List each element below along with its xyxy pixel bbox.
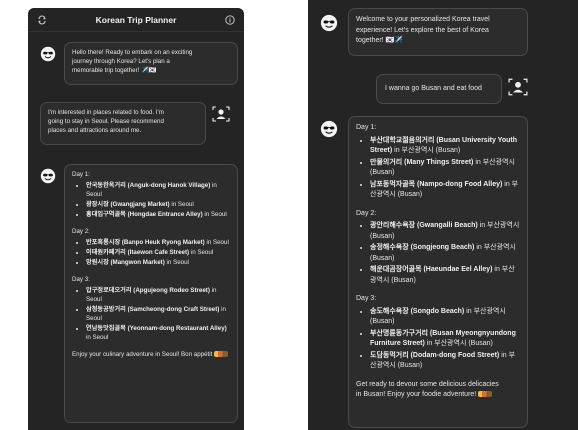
place-name: 만물의거리 (Many Things Street)	[370, 158, 474, 166]
list-item: 남포동먹자골목 (Nampo-dong Food Alley) in 부산광역시…	[370, 180, 520, 201]
refresh-icon[interactable]	[36, 14, 48, 26]
user-avatar-icon	[212, 106, 230, 122]
place-location: in Seoul	[202, 211, 227, 218]
bot-avatar-icon	[320, 120, 338, 138]
place-location: in Seoul	[164, 259, 189, 266]
place-list: 송도해수욕장 (Songdo Beach) in 부산광역시 (Busan) 부…	[370, 307, 520, 372]
list-item: 연남동맛집골목 (Yeonnam-dong Restaurant Alley) …	[86, 324, 230, 342]
place-location: in 부산광역시 (Busan)	[392, 147, 461, 154]
list-item: 도담동먹거리 (Dodam-dong Food Street) in 부산광역시…	[370, 351, 520, 372]
place-name: 송정해수욕장 (Songjeong Beach)	[370, 244, 475, 251]
food-emoji-icon	[478, 391, 493, 398]
place-list: 부산대학교젊음의거리 (Busan University Youth Stree…	[370, 136, 520, 201]
bot-avatar-icon	[320, 14, 338, 32]
day-label: Day 1:	[72, 171, 90, 178]
closing-text: Get ready to devour some delicious delic…	[356, 380, 520, 401]
place-name: 해운대곰장어골목 (Haeundae Eel Alley)	[370, 266, 493, 273]
place-name: 홍대입구역골목 (Hongdae Entrance Alley)	[86, 211, 203, 218]
info-icon[interactable]	[224, 14, 236, 26]
place-list: 압구정로데오거리 (Apgujeong Rodeo Street) in Seo…	[86, 286, 230, 342]
user-message-bubble: I wanna go Busan and eat food	[376, 74, 502, 104]
bot-itinerary-bubble: Day 1: 부산대학교젊음의거리 (Busan University Yout…	[348, 116, 528, 428]
day-label: Day 2:	[72, 228, 90, 235]
food-emoji-icon	[214, 351, 229, 358]
place-list: 반포흑룡시장 (Banpo Heuk Ryong Market) in Seou…	[86, 238, 230, 267]
list-item: 망원시장 (Mangwon Market) in Seoul	[86, 258, 230, 267]
day-label: Day 3:	[72, 276, 90, 283]
message-text: I'm interested in places related to food…	[48, 109, 164, 134]
place-name: 안국동한옥거리 (Anguk-dong Hanok Village)	[86, 182, 211, 189]
message-text: I wanna go Busan and eat food	[385, 85, 482, 92]
app-title: Korean Trip Planner	[95, 14, 177, 25]
day-section: Day 1: 안국동한옥거리 (Anguk-dong Hanok Village…	[72, 170, 230, 219]
list-item: 송정해수욕장 (Songjeong Beach) in 부산광역시 (Busan…	[370, 243, 520, 264]
list-item: 반포흑룡시장 (Banpo Heuk Ryong Market) in Seou…	[86, 238, 230, 247]
place-name: 남포동먹자골목 (Nampo-dong Food Alley)	[370, 180, 503, 188]
list-item: 삼청동공방거리 (Samcheong-dong Craft Street) in…	[86, 305, 230, 323]
place-name: 망원시장 (Mangwon Market)	[86, 259, 165, 266]
place-location: in Seoul	[189, 249, 214, 256]
place-name: 압구정로데오거리 (Apgujeong Rodeo Street)	[86, 287, 210, 294]
day-section: Day 3: 압구정로데오거리 (Apgujeong Rodeo Street)…	[72, 275, 230, 342]
chat-header: Korean Trip Planner	[28, 8, 244, 32]
closing-text: Enjoy your culinary adventure in Seoul! …	[72, 350, 230, 359]
list-item: 압구정로데오거리 (Apgujeong Rodeo Street) in Seo…	[86, 286, 230, 304]
list-item: 광장시장 (Gwangjang Market) in Seoul	[86, 200, 230, 209]
list-item: 이태원카페거리 (Itaewon Cafe Street) in Seoul	[86, 248, 230, 257]
place-name: 이태원카페거리 (Itaewon Cafe Street)	[86, 249, 190, 256]
list-item: 안국동한옥거리 (Anguk-dong Hanok Village) in Se…	[86, 181, 230, 199]
place-list: 안국동한옥거리 (Anguk-dong Hanok Village) in Se…	[86, 181, 230, 219]
place-name: 도담동먹거리 (Dodam-dong Food Street)	[370, 351, 500, 359]
bot-greeting-bubble: Hello there! Ready to embark on an excit…	[64, 42, 238, 85]
place-name: 연남동맛집골목 (Yeonnam-dong Restaurant Alley)	[86, 325, 227, 332]
user-avatar-icon	[508, 78, 528, 96]
place-name: 송도해수욕장 (Songdo Beach)	[370, 307, 465, 315]
list-item: 만물의거리 (Many Things Street) in 부산광역시 (Bus…	[370, 158, 520, 179]
place-list: 광안리해수욕장 (Gwangalli Beach) in 부산광역시 (Busa…	[370, 221, 520, 286]
day-section: Day 2: 광안리해수욕장 (Gwangalli Beach) in 부산광역…	[356, 209, 520, 287]
bot-avatar-icon	[40, 46, 56, 62]
place-location: in Seoul	[169, 201, 194, 208]
day-label: Day 2:	[356, 209, 377, 217]
bot-greeting-bubble: Welcome to your personalized Korea trave…	[348, 8, 528, 56]
closing-message: Enjoy your culinary adventure in Seoul! …	[72, 351, 213, 358]
place-name: 삼청동공방거리 (Samcheong-dong Craft Street)	[86, 306, 220, 313]
bot-itinerary-bubble: Day 1: 안국동한옥거리 (Anguk-dong Hanok Village…	[64, 164, 238, 423]
day-label: Day 3:	[356, 295, 377, 302]
place-name: 광장시장 (Gwangjang Market)	[86, 201, 170, 208]
list-item: 홍대입구역골목 (Hongdae Entrance Alley) in Seou…	[86, 210, 230, 219]
list-item: 해운대곰장어골목 (Haeundae Eel Alley) in 부산광역시 (…	[370, 265, 520, 286]
list-item: 부산대학교젊음의거리 (Busan University Youth Stree…	[370, 136, 520, 157]
place-name: 반포흑룡시장 (Banpo Heuk Ryong Market)	[86, 239, 205, 246]
place-location: in 부산광역시 (Busan)	[424, 340, 493, 347]
day-section: Day 2: 반포흑룡시장 (Banpo Heuk Ryong Market) …	[72, 227, 230, 267]
left-chat-window: Korean Trip Planner Hello there! Ready t…	[28, 8, 244, 430]
place-name: 광안리해수욕장 (Gwangalli Beach)	[370, 222, 478, 229]
list-item: 광안리해수욕장 (Gwangalli Beach) in 부산광역시 (Busa…	[370, 221, 520, 242]
day-label: Day 1:	[356, 124, 377, 131]
right-chat-window: Welcome to your personalized Korea trave…	[308, 0, 578, 430]
day-section: Day 3: 송도해수욕장 (Songdo Beach) in 부산광역시 (B…	[356, 294, 520, 372]
bot-avatar-icon	[40, 168, 56, 184]
message-text: Hello there! Ready to embark on an excit…	[72, 49, 193, 74]
place-location: in Seoul	[86, 334, 109, 341]
message-text: Welcome to your personalized Korea trave…	[356, 16, 490, 44]
place-location: in Seoul	[204, 239, 229, 246]
user-message-bubble: I'm interested in places related to food…	[40, 102, 206, 145]
list-item: 부산명륜동가구거리 (Busan Myeongnyundong Furnitur…	[370, 329, 520, 350]
day-section: Day 1: 부산대학교젊음의거리 (Busan University Yout…	[356, 123, 520, 201]
list-item: 송도해수욕장 (Songdo Beach) in 부산광역시 (Busan)	[370, 307, 520, 328]
